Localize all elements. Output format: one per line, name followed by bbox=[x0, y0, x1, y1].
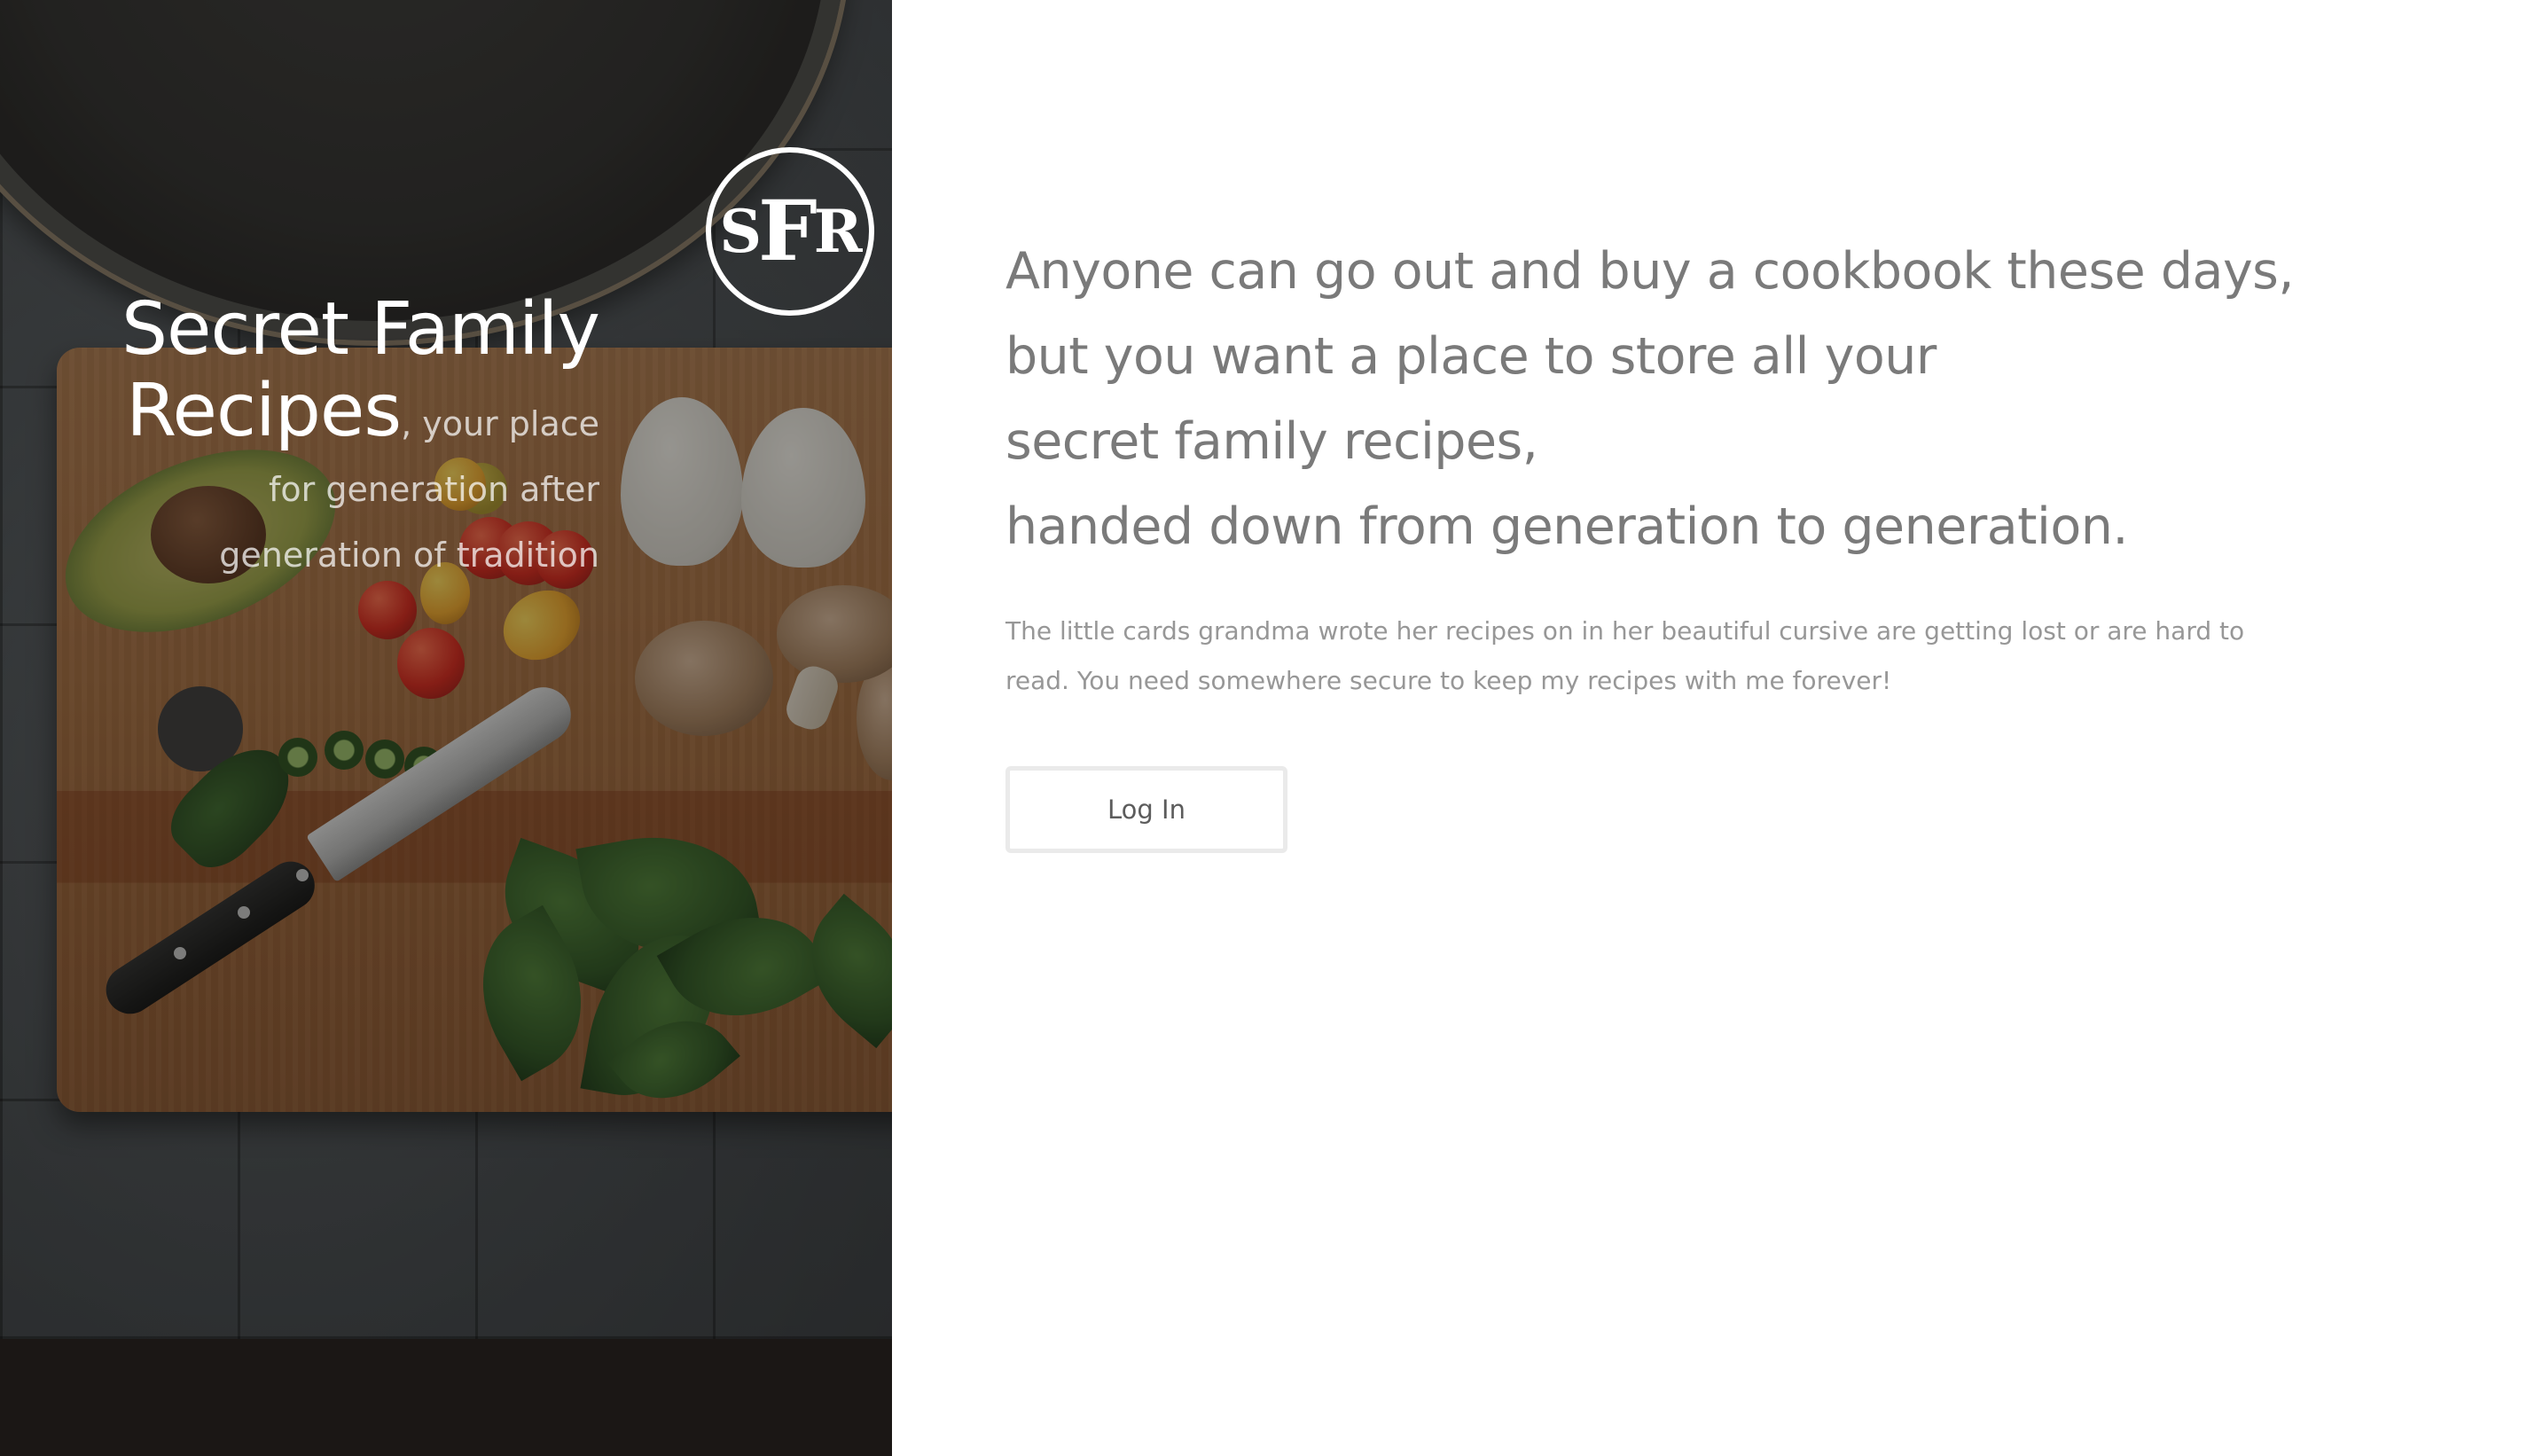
main-content: Anyone can go out and buy a cookbook the… bbox=[1005, 229, 2318, 853]
headline: Anyone can go out and buy a cookbook the… bbox=[1005, 229, 2318, 569]
headline-line: Anyone can go out and buy a cookbook the… bbox=[1005, 242, 2295, 301]
headline-line: secret family recipes, bbox=[1005, 412, 1538, 471]
logo-letter-s: S bbox=[719, 197, 762, 266]
sfr-logo: S F R bbox=[706, 147, 874, 316]
headline-line: handed down from generation to generatio… bbox=[1005, 497, 2128, 556]
logo-letter-r: R bbox=[813, 197, 863, 266]
logo-letter-f: F bbox=[758, 183, 818, 280]
hero-text: Secret Family Recipes, your place for ge… bbox=[98, 289, 600, 588]
landing-page: S F R Secret Family Recipes, your place … bbox=[0, 0, 2543, 1456]
intro-paragraph: The little cards grandma wrote her recip… bbox=[1005, 616, 2245, 695]
login-button[interactable]: Log In bbox=[1005, 766, 1287, 853]
headline-line: but you want a place to store all your bbox=[1005, 327, 1937, 386]
hero-bottom-bar bbox=[0, 1339, 892, 1456]
hero-panel: S F R Secret Family Recipes, your place … bbox=[0, 0, 892, 1456]
